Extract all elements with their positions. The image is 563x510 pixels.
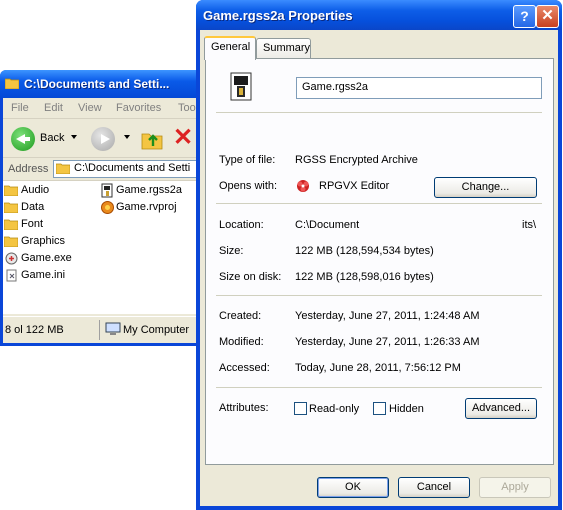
folder-icon — [5, 78, 19, 89]
filename-field[interactable]: Game.rgss2a — [296, 77, 542, 99]
attributes-label: Attributes: — [219, 402, 269, 414]
menu-favorites[interactable]: Favorites — [116, 102, 161, 114]
tab-summary[interactable]: Summary — [256, 38, 311, 59]
ini-icon — [6, 269, 17, 282]
file-name: Game.rgss2a — [116, 184, 183, 196]
up-folder-icon[interactable] — [141, 128, 163, 150]
menu-bar: File Edit View Favorites Too — [3, 98, 196, 119]
file-name: Game.rvproj — [116, 201, 177, 213]
explorer-body: File Edit View Favorites Too Back ✕ Addr… — [3, 98, 196, 343]
modified-value: Yesterday, June 27, 2011, 1:26:33 AM — [295, 336, 480, 348]
filename-value: Game.rgss2a — [302, 81, 369, 93]
tab-general[interactable]: General — [204, 36, 256, 60]
explorer-title: C:\Documents and Setti... — [24, 77, 170, 91]
advanced-button[interactable]: Advanced... — [465, 398, 537, 419]
delete-icon[interactable]: ✕ — [173, 126, 193, 150]
file-name: Audio — [21, 184, 50, 196]
file-name: Game.exe — [21, 252, 72, 264]
close-button[interactable]: ✕ — [536, 5, 559, 28]
file-name: Data — [21, 201, 45, 213]
accessed-label: Accessed: — [219, 362, 270, 374]
properties-dialog: Game.rgss2a Properties ? ✕ General Summa… — [196, 0, 562, 510]
general-panel: Game.rgss2a Type of file: RGSS Encrypted… — [205, 58, 554, 465]
dialog-body: General Summary Game.rgss2a Type of file… — [200, 30, 558, 506]
status-size: 8 ol 122 MB — [5, 324, 64, 336]
location-value-end: its\ — [522, 219, 537, 231]
folder-icon — [4, 236, 18, 247]
accessed-value: Today, June 28, 2011, 7:56:12 PM — [295, 362, 461, 374]
folder-icon — [4, 185, 18, 196]
location-label: Location: — [219, 219, 264, 231]
menu-file[interactable]: File — [11, 102, 29, 114]
file-name: Graphics — [21, 235, 66, 247]
exe-icon — [5, 252, 18, 265]
opens-with-label: Opens with: — [219, 180, 278, 192]
back-label[interactable]: Back — [40, 132, 64, 144]
type-label: Type of file: — [219, 154, 276, 166]
folder-icon — [56, 163, 70, 174]
archive-file-icon — [230, 72, 252, 101]
status-divider — [99, 320, 100, 340]
folder-icon — [4, 202, 18, 213]
file-list: Audio Data Font Graphics Game.exe Game.i… — [3, 181, 196, 314]
status-bar: 8 ol 122 MB My Computer — [3, 316, 196, 343]
location-value: C:\Document — [295, 219, 360, 231]
folder-icon — [4, 219, 18, 230]
size-on-disk-value: 122 MB (128,598,016 bytes) — [295, 271, 434, 283]
toolbar: Back ✕ — [3, 119, 196, 158]
address-value: C:\Documents and Setti — [74, 162, 191, 174]
archive-icon — [101, 183, 113, 198]
forward-button[interactable] — [91, 127, 115, 151]
file-name: Font — [21, 218, 44, 230]
my-computer-icon — [105, 322, 121, 335]
back-dropdown-icon[interactable] — [71, 135, 77, 139]
back-button[interactable] — [11, 127, 35, 151]
status-zone: My Computer — [123, 324, 190, 336]
size-value: 122 MB (128,594,534 bytes) — [295, 245, 434, 257]
readonly-checkbox[interactable] — [294, 402, 307, 415]
divider — [216, 203, 542, 204]
size-on-disk-label: Size on disk: — [219, 271, 282, 283]
rpgvx-editor-icon — [297, 180, 309, 192]
menu-tools[interactable]: Too — [178, 102, 196, 114]
file-name: Game.ini — [21, 269, 66, 281]
size-label: Size: — [219, 245, 244, 257]
readonly-label[interactable]: Read-only — [309, 403, 359, 415]
tab-general-label: General — [211, 41, 251, 53]
menu-view[interactable]: View — [78, 102, 102, 114]
hidden-label[interactable]: Hidden — [389, 403, 424, 415]
forward-dropdown-icon[interactable] — [124, 135, 130, 139]
created-value: Yesterday, June 27, 2011, 1:24:48 AM — [295, 310, 480, 322]
explorer-window: C:\Documents and Setti... File Edit View… — [0, 70, 196, 346]
dialog-titlebar[interactable]: Game.rgss2a Properties ? ✕ — [196, 0, 562, 30]
divider — [216, 112, 542, 113]
menu-edit[interactable]: Edit — [44, 102, 63, 114]
modified-label: Modified: — [219, 336, 264, 348]
created-label: Created: — [219, 310, 262, 322]
explorer-titlebar[interactable]: C:\Documents and Setti... — [0, 70, 196, 98]
help-button[interactable]: ? — [513, 5, 536, 28]
ok-button[interactable]: OK — [317, 477, 389, 498]
dialog-title: Game.rgss2a Properties — [203, 8, 353, 23]
rpg-project-icon — [101, 201, 114, 214]
address-field[interactable]: C:\Documents and Setti — [53, 160, 196, 178]
hidden-checkbox[interactable] — [373, 402, 386, 415]
change-button[interactable]: Change... — [434, 177, 537, 198]
address-bar: Address C:\Documents and Setti — [3, 158, 196, 181]
opens-with-value: RPGVX Editor — [319, 180, 390, 192]
divider — [216, 295, 542, 296]
address-label: Address — [8, 163, 49, 175]
cancel-button[interactable]: Cancel — [398, 477, 470, 498]
apply-button[interactable]: Apply — [479, 477, 551, 498]
divider — [216, 387, 542, 388]
tab-summary-label: Summary — [263, 42, 311, 54]
type-value: RGSS Encrypted Archive — [295, 154, 418, 166]
